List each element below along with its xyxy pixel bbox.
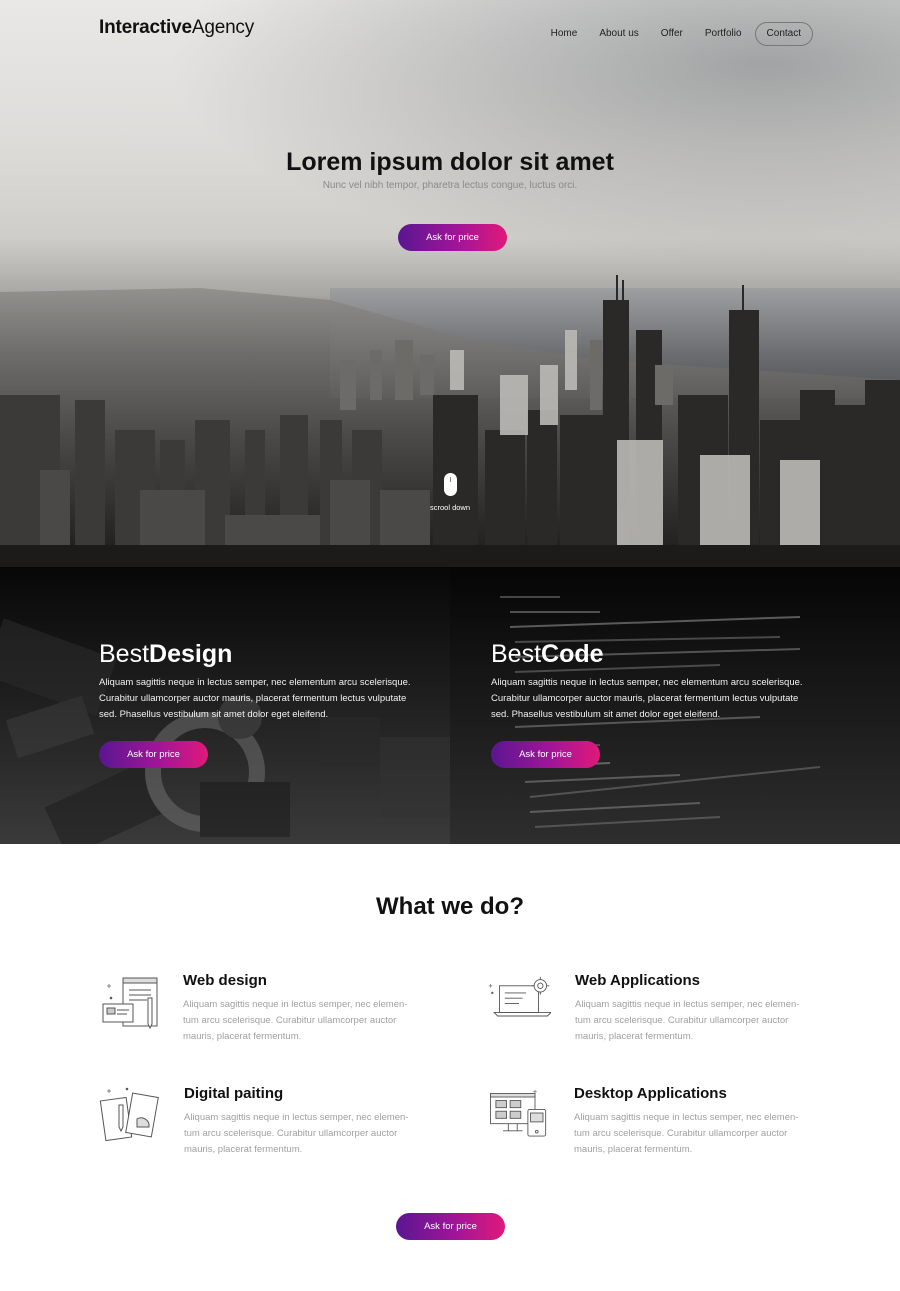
hero-subtitle: Nunc vel nibh tempor, pharetra lectus co… xyxy=(322,180,578,191)
service-title: Web design xyxy=(183,972,267,989)
brand-logo[interactable]: InteractiveAgency xyxy=(99,17,254,39)
bottom-ask-for-price-button[interactable]: Ask for price xyxy=(396,1213,505,1240)
best-code-title: BestCode xyxy=(491,640,604,669)
best-code-title-bold: Code xyxy=(541,640,604,668)
digital-painting-icon xyxy=(99,1087,159,1142)
logo-bold-text: Interactive xyxy=(99,17,192,38)
main-nav: Home About us Offer Portfolio Contact xyxy=(540,22,813,46)
web-design-icon xyxy=(102,977,158,1030)
services-title: What we do? xyxy=(376,893,524,920)
service-description: Aliquam sagittis neque in lectus semper,… xyxy=(575,999,800,1042)
nav-portfolio[interactable]: Portfolio xyxy=(694,23,753,45)
logo-light-text: Agency xyxy=(191,17,255,38)
best-code-text: Aliquam sagittis neque in lectus semper,… xyxy=(491,677,803,720)
features-band: BestDesign Aliquam sagittis neque in lec… xyxy=(0,567,900,844)
hero-section: InteractiveAgency Home About us Offer Po… xyxy=(0,0,900,567)
service-title: Web Applications xyxy=(575,972,701,989)
hero-title: Lorem ipsum dolor sit amet xyxy=(286,148,614,176)
service-title: Digital paiting xyxy=(184,1085,284,1102)
nav-home[interactable]: Home xyxy=(540,23,589,45)
desktop-applications-icon xyxy=(490,1089,547,1137)
best-design-title-light: Best xyxy=(99,640,150,668)
nav-about-us[interactable]: About us xyxy=(588,23,649,45)
service-description: Aliquam sagittis neque in lectus semper,… xyxy=(183,999,408,1042)
best-design-title-bold: Design xyxy=(149,640,233,668)
service-description: Aliquam sagittis neque in lectus semper,… xyxy=(574,1112,799,1155)
scroll-mouse-icon[interactable] xyxy=(444,473,457,496)
service-description: Aliquam sagittis neque in lectus semper,… xyxy=(184,1112,409,1155)
nav-contact-button[interactable]: Contact xyxy=(754,22,813,46)
design-ask-for-price-button[interactable]: Ask for price xyxy=(99,741,208,768)
best-design-text: Aliquam sagittis neque in lectus semper,… xyxy=(99,677,411,720)
service-title: Desktop Applications xyxy=(574,1085,727,1102)
scroll-down-label[interactable]: scrool down xyxy=(410,503,490,512)
hero-ask-for-price-button[interactable]: Ask for price xyxy=(398,224,507,251)
best-code-title-light: Best xyxy=(491,640,542,668)
best-design-title: BestDesign xyxy=(99,640,232,669)
nav-offer[interactable]: Offer xyxy=(650,23,694,45)
web-applications-icon xyxy=(488,976,551,1017)
code-ask-for-price-button[interactable]: Ask for price xyxy=(491,741,600,768)
